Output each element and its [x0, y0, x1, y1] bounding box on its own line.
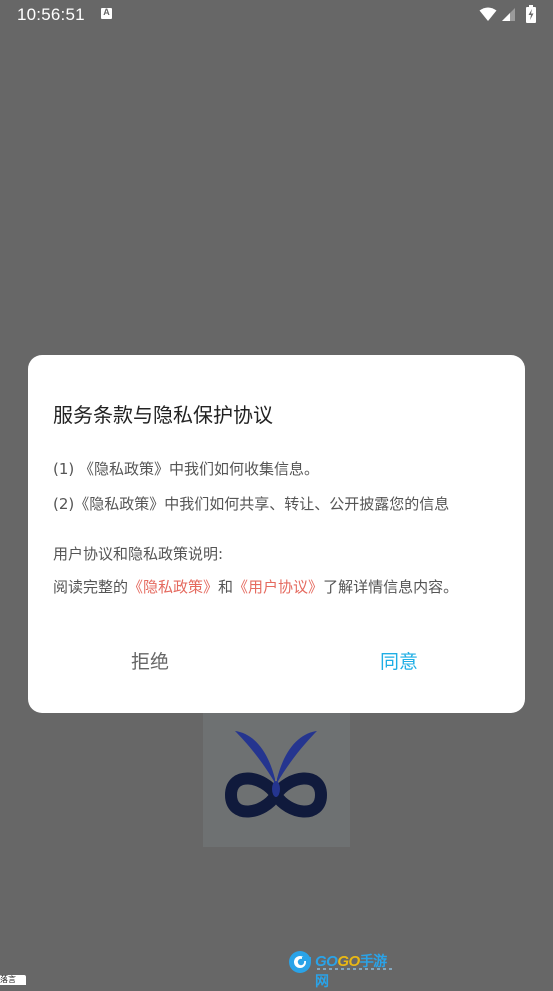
brand-watermark: GOGO手游网: [287, 948, 397, 989]
wifi-icon: [479, 7, 497, 21]
a-notification-letter: A: [103, 7, 110, 17]
refuse-button[interactable]: 拒绝: [131, 650, 169, 674]
dialog-title: 服务条款与隐私保护协议: [53, 403, 273, 427]
read-prefix: 阅读完整的: [53, 578, 129, 596]
status-time: 10:56:51: [17, 5, 85, 24]
status-bar: 10:56:51 A: [0, 0, 553, 30]
policy-item-collect: (1) 《隐私政策》中我们如何收集信息。: [53, 460, 320, 478]
app-logo: [203, 713, 350, 847]
privacy-policy-link[interactable]: 《隐私政策》: [128, 578, 218, 596]
gogo-logo-icon: [289, 951, 311, 973]
explain-label: 用户协议和隐私政策说明:: [53, 545, 224, 563]
brand-name: GOGO手游网: [315, 951, 397, 991]
and-text: 和: [218, 578, 234, 596]
read-full-text: 阅读完整的《隐私政策》和《用户协议》了解详情信息内容。: [53, 577, 458, 597]
a-notification-icon: A: [101, 7, 112, 19]
privacy-dialog: 服务条款与隐私保护协议 (1) 《隐私政策》中我们如何收集信息。 (2)《隐私政…: [28, 355, 525, 713]
user-agreement-link[interactable]: 《用户协议》: [233, 578, 323, 596]
agree-button[interactable]: 同意: [380, 650, 418, 674]
read-suffix: 了解详情信息内容。: [323, 578, 459, 596]
center-gem: [272, 781, 280, 797]
battery-charging-icon: [526, 5, 536, 23]
cell-signal-icon: [502, 8, 515, 21]
policy-item-share: (2)《隐私政策》中我们如何共享、转让、公开披露您的信息: [53, 495, 450, 513]
butterfly-logo-icon: [224, 731, 328, 818]
brand-subtitle: [317, 968, 395, 970]
